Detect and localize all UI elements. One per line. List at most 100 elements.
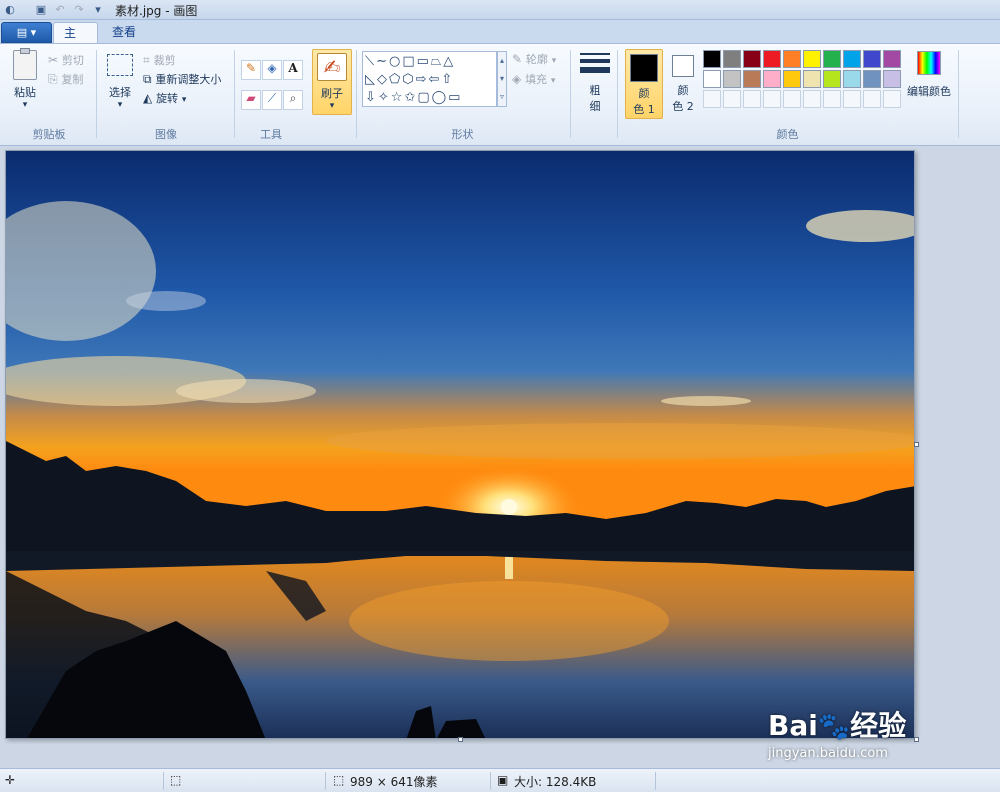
color-swatch[interactable] xyxy=(823,70,841,88)
color1-label-line2: 色 1 xyxy=(633,103,655,116)
custom-color-slot[interactable] xyxy=(783,90,801,108)
undo-icon[interactable]: ↶ xyxy=(53,3,67,17)
resize-handle-bottom[interactable] xyxy=(458,737,463,742)
tab-view[interactable]: 查看 xyxy=(102,22,147,44)
outline-icon: ✎ xyxy=(512,52,523,66)
color-swatch[interactable] xyxy=(743,50,761,68)
tab-home[interactable]: 主页 xyxy=(53,22,98,61)
shapes-row-1[interactable]: ⟍∼○□▭⏢△ xyxy=(365,53,455,71)
shapes-gallery[interactable]: ⟍∼○□▭⏢△ ◺◇⬠⬡⇨⇦⇧ ⇩✧☆✩▢◯▭ xyxy=(362,51,497,107)
group-divider xyxy=(570,50,571,138)
select-button[interactable]: 选择 ▾ xyxy=(104,54,136,114)
fill-label: 填充 xyxy=(525,73,548,86)
paste-button[interactable]: 粘贴 ▾ xyxy=(8,48,42,116)
color-swatch[interactable] xyxy=(883,70,901,88)
selection-icon xyxy=(107,54,133,76)
cut-button[interactable]: ✂ 剪切 xyxy=(48,52,84,68)
pencil-icon[interactable]: ✎ xyxy=(241,60,261,80)
size-button[interactable]: 粗 细 xyxy=(578,51,612,115)
color1-label-line1: 颜 xyxy=(638,87,650,100)
custom-color-slot[interactable] xyxy=(743,90,761,108)
custom-color-slot[interactable] xyxy=(883,90,901,108)
resize-button[interactable]: ⧉ 重新调整大小 xyxy=(143,71,221,87)
custom-color-slot[interactable] xyxy=(823,90,841,108)
file-size: 大小: 128.4KB xyxy=(514,775,597,789)
color-swatch[interactable] xyxy=(863,70,881,88)
color-swatch[interactable] xyxy=(723,70,741,88)
color-swatch[interactable] xyxy=(703,50,721,68)
color-swatch[interactable] xyxy=(743,70,761,88)
group-divider xyxy=(958,50,959,138)
custom-color-slot[interactable] xyxy=(863,90,881,108)
custom-color-slot[interactable] xyxy=(763,90,781,108)
image-group-label: 图像 xyxy=(155,128,177,141)
custom-color-slot[interactable] xyxy=(843,90,861,108)
window-title: 素材.jpg - 画图 xyxy=(115,4,198,18)
custom-color-slot[interactable] xyxy=(803,90,821,108)
color-swatch[interactable] xyxy=(763,50,781,68)
color-swatch[interactable] xyxy=(843,70,861,88)
outline-button[interactable]: ✎ 轮廓 ▾ xyxy=(512,51,556,67)
save-icon[interactable]: ▣ xyxy=(34,3,48,17)
clipboard-icon xyxy=(13,48,37,80)
color-swatch[interactable] xyxy=(703,70,721,88)
copy-button[interactable]: ⎘ 复制 xyxy=(48,71,83,87)
sunset-lake-photo xyxy=(6,151,914,738)
color-swatch[interactable] xyxy=(803,50,821,68)
file-menu-button[interactable]: ▤ ▾ xyxy=(1,22,52,43)
watermark-brand: Bai xyxy=(768,709,818,742)
color-swatch[interactable] xyxy=(783,50,801,68)
color-swatch[interactable] xyxy=(883,50,901,68)
app-icon[interactable]: ◐ xyxy=(3,3,17,17)
edit-colors-button[interactable]: 编辑颜色 xyxy=(905,51,953,113)
resize-handle-right[interactable] xyxy=(914,442,919,447)
color-swatch[interactable] xyxy=(783,70,801,88)
brush-icon: ✍ xyxy=(317,53,347,81)
shapes-row-3[interactable]: ⇩✧☆✩▢◯▭ xyxy=(365,89,462,107)
magnifier-icon[interactable]: ⌕ xyxy=(283,90,303,110)
fill-dropdown-icon: ▾ xyxy=(550,76,556,86)
custom-color-slot[interactable] xyxy=(703,90,721,108)
paw-icon: 🐾 xyxy=(817,712,851,742)
color-swatch[interactable] xyxy=(843,50,861,68)
color-palette xyxy=(703,50,905,110)
color-swatch[interactable] xyxy=(723,50,741,68)
crop-button[interactable]: ⌗ 裁剪 xyxy=(143,52,176,68)
status-divider xyxy=(655,772,656,790)
color-swatch[interactable] xyxy=(863,50,881,68)
color-picker-icon[interactable]: ⟋ xyxy=(262,90,282,110)
fill-bucket-icon[interactable]: ◈ xyxy=(262,60,282,80)
brushes-label: 刷子 xyxy=(321,87,343,100)
cursor-position-icon: ✛ xyxy=(5,773,16,787)
color-wheel-icon xyxy=(917,51,941,75)
color-swatch[interactable] xyxy=(763,70,781,88)
color2-swatch xyxy=(672,55,694,77)
rotate-button[interactable]: ◭ 旋转 ▾ xyxy=(143,90,186,106)
outline-dropdown-icon: ▾ xyxy=(551,56,557,66)
shapes-row-2[interactable]: ◺◇⬠⬡⇨⇦⇧ xyxy=(365,71,454,89)
image-dimensions: 989 × 641像素 xyxy=(350,775,438,789)
custom-color-slot[interactable] xyxy=(723,90,741,108)
resize-icon: ⧉ xyxy=(143,72,152,86)
color-swatch[interactable] xyxy=(823,50,841,68)
eraser-icon[interactable]: ▰ xyxy=(241,90,261,110)
status-divider xyxy=(490,772,491,790)
text-tool-icon[interactable]: A xyxy=(283,60,303,80)
shapes-scrollbar[interactable]: ▴ ▾ ▿ xyxy=(497,51,507,107)
image-canvas[interactable] xyxy=(5,150,915,739)
redo-icon[interactable]: ↷ xyxy=(72,3,86,17)
group-divider xyxy=(356,50,357,138)
brushes-button[interactable]: ✍ 刷子 ▾ xyxy=(312,49,352,115)
color1-button[interactable]: 颜 色 1 xyxy=(625,49,663,119)
size-label-line2: 细 xyxy=(589,100,601,113)
status-divider xyxy=(325,772,326,790)
fill-button[interactable]: ◈ 填充 ▾ xyxy=(512,71,555,87)
edit-colors-label: 编辑颜色 xyxy=(907,85,951,98)
customize-quick-access-icon[interactable]: ▾ xyxy=(91,3,105,17)
baidu-jingyan-watermark: Bai🐾经验 jingyan.baidu.com xyxy=(768,684,998,768)
crop-icon: ⌗ xyxy=(143,53,150,67)
status-divider xyxy=(163,772,164,790)
color2-button[interactable]: 颜 色 2 xyxy=(666,49,700,119)
color-swatch[interactable] xyxy=(803,70,821,88)
group-divider xyxy=(96,50,97,138)
